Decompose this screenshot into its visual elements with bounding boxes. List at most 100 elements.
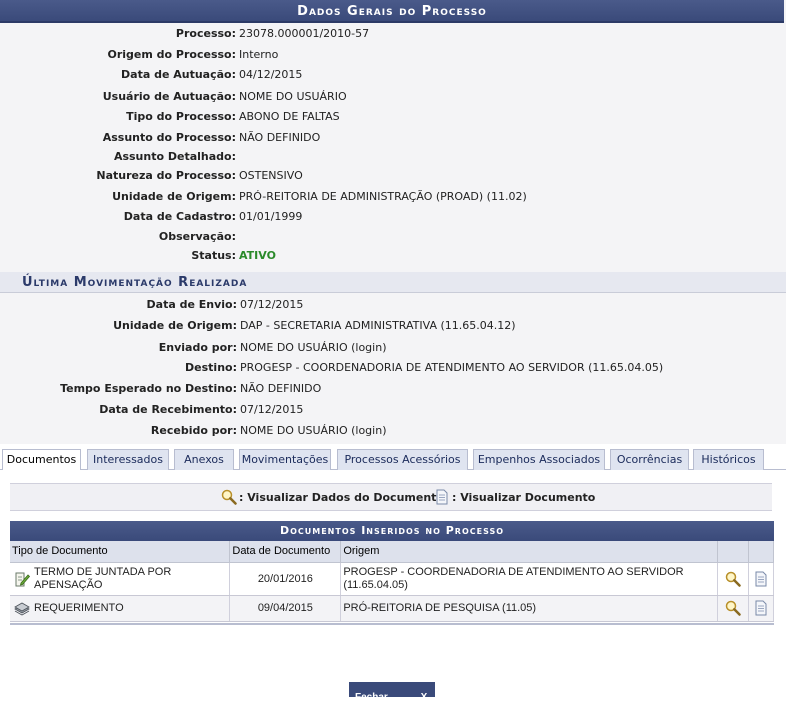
tab-empenhos-associados[interactable]: Empenhos Associados	[473, 449, 605, 470]
tab-anexos[interactable]: Anexos	[174, 449, 234, 470]
field-label: Origem do Processo:	[107, 48, 236, 61]
cell-origem: PRÓ-REITORIA DE PESQUISA (11.05)	[340, 595, 718, 622]
cell-action-view-data	[717, 595, 749, 622]
cell-data: 20/01/2016	[229, 562, 342, 596]
column-header-action	[748, 541, 775, 563]
legend-view-document-label: : Visualizar Documento	[452, 491, 596, 504]
field-label: Processo:	[175, 27, 236, 40]
document-icon[interactable]	[753, 571, 769, 587]
field-data-envio: Data de Envio: 07/12/2015	[0, 295, 786, 315]
document-type: REQUERIMENTO	[34, 601, 124, 614]
legend: : Visualizar Dados do Documento : Visual…	[10, 483, 772, 511]
field-label: Data de Cadastro:	[123, 210, 236, 223]
field-value: NOME DO USUÁRIO (login)	[240, 341, 387, 354]
process-details-panel: Dados Gerais do Processo Processo: 23078.…	[0, 0, 786, 444]
field-label: Unidade de Origem:	[113, 319, 237, 332]
field-value: 01/01/1999	[239, 210, 303, 223]
tab-interessados[interactable]: Interessados	[87, 449, 169, 470]
status-badge: ATIVO	[239, 249, 276, 262]
field-value: NÃO DEFINIDO	[239, 131, 321, 144]
field-assunto-detalhado: Assunto Detalhado:	[0, 147, 786, 167]
field-unidade-origem: Unidade de Origem: PRÓ-REITORIA DE ADMINI…	[0, 187, 786, 207]
legend-view-document: : Visualizar Documento	[434, 484, 596, 512]
field-enviado-por: Enviado por: NOME DO USUÁRIO (login)	[0, 338, 786, 358]
cell-tipo: REQUERIMENTO	[10, 595, 231, 622]
field-value: ABONO DE FALTAS	[239, 110, 340, 123]
close-icon: X	[420, 691, 428, 703]
table-row: TERMO DE JUNTADA POR APENSAÇÃO 20/01/201…	[10, 562, 775, 596]
magnifier-icon	[221, 489, 237, 505]
field-label: Usuário de Autuação:	[102, 90, 236, 103]
tab-ocorrencias[interactable]: Ocorrências	[610, 449, 689, 470]
cell-action-view-document	[748, 562, 775, 596]
field-data-cadastro: Data de Cadastro: 01/01/1999	[0, 207, 786, 227]
field-data-recebimento: Data de Recebimento: 07/12/2015	[0, 400, 786, 420]
field-label: Tipo do Processo:	[126, 110, 236, 123]
tab-documentos[interactable]: Documentos	[2, 449, 81, 471]
table-bottom-border	[10, 623, 774, 625]
field-value: NOME DO USUÁRIO (login)	[240, 424, 387, 437]
document-icon[interactable]	[753, 600, 769, 616]
field-label: Data de Recebimento:	[99, 403, 237, 416]
table-row: REQUERIMENTO 09/04/2015 PRÓ-REITORIA DE …	[10, 595, 775, 622]
close-button-label: Fechar	[355, 691, 388, 703]
column-header: Data de Documento	[229, 541, 342, 563]
legend-view-data-label: : Visualizar Dados do Documento	[239, 491, 444, 504]
cell-action-view-data	[717, 562, 749, 596]
field-usuario-autuacao: Usuário de Autuação: NOME DO USUÁRIO	[0, 87, 786, 107]
table-header-row: Tipo de Documento Data de Documento Orig…	[10, 541, 775, 563]
field-value: Interno	[239, 48, 279, 61]
field-assunto-processo: Assunto do Processo: NÃO DEFINIDO	[0, 128, 786, 148]
tab-movimentacoes[interactable]: Movimentações	[239, 449, 331, 470]
field-observacao: Observação:	[0, 227, 786, 247]
field-value: 07/12/2015	[240, 403, 304, 416]
documents-table-title: Documentos Inseridos no Processo	[10, 521, 774, 541]
tab-bar: Documentos Interessados Anexos Movimenta…	[0, 446, 786, 471]
field-value: 04/12/2015	[239, 68, 303, 81]
field-tempo-esperado: Tempo Esperado no Destino: NÃO DEFINIDO	[0, 379, 786, 399]
field-value: PROGESP - COORDENADORIA DE ATENDIMENTO A…	[240, 361, 664, 374]
field-value: OSTENSIVO	[239, 169, 303, 182]
legend-view-data: : Visualizar Dados do Documento	[221, 484, 444, 512]
field-label: Tempo Esperado no Destino:	[60, 382, 237, 395]
magnifier-icon[interactable]	[725, 571, 741, 587]
field-destino: Destino: PROGESP - COORDENADORIA DE ATEND…	[0, 358, 786, 378]
field-value: PRÓ-REITORIA DE ADMINISTRAÇÃO (PROAD) (1…	[239, 190, 527, 203]
field-label: Data de Envio:	[146, 298, 237, 311]
cell-tipo: TERMO DE JUNTADA POR APENSAÇÃO	[10, 562, 231, 596]
documents-table: Tipo de Documento Data de Documento Orig…	[10, 541, 775, 622]
field-label: Recebido por:	[150, 424, 237, 437]
field-label: Natureza do Processo:	[96, 169, 236, 182]
edit-document-icon	[15, 572, 30, 586]
field-label: Enviado por:	[158, 341, 237, 354]
field-natureza-processo: Natureza do Processo: OSTENSIVO	[0, 166, 786, 186]
field-value: 07/12/2015	[240, 298, 304, 311]
field-value: DAP - SECRETARIA ADMINISTRATIVA (11.65.0…	[240, 319, 516, 332]
magnifier-icon[interactable]	[725, 600, 741, 616]
cell-origem: PROGESP - COORDENADORIA DE ATENDIMENTO A…	[340, 562, 718, 596]
document-icon	[436, 489, 448, 505]
cell-action-view-document	[748, 595, 775, 622]
column-header-action	[717, 541, 749, 563]
field-data-autuacao: Data de Autuação: 04/12/2015	[0, 65, 786, 85]
column-header: Tipo de Documento	[10, 541, 231, 563]
document-type: TERMO DE JUNTADA POR APENSAÇÃO	[34, 565, 172, 591]
field-recebido-por: Recebido por: NOME DO USUÁRIO (login)	[0, 421, 786, 441]
field-value: NÃO DEFINIDO	[240, 382, 322, 395]
tab-processos-acessorios[interactable]: Processos Acessórios	[337, 449, 468, 470]
document-origin: PROGESP - COORDENADORIA DE ATENDIMENTO A…	[343, 565, 684, 591]
field-label: Unidade de Origem:	[112, 190, 236, 203]
section-title-last-movement: Última Movimentação Realizada	[0, 272, 786, 293]
field-label: Observação:	[158, 230, 236, 243]
cell-data: 09/04/2015	[229, 595, 342, 622]
document-stack-icon	[14, 602, 30, 616]
field-origem-processo: Origem do Processo: Interno	[0, 45, 786, 65]
field-processo: Processo: 23078.000001/2010-57	[0, 24, 786, 44]
close-button[interactable]: Fechar X	[349, 682, 435, 703]
field-label: Assunto Detalhado:	[113, 150, 236, 163]
field-tipo-processo: Tipo do Processo: ABONO DE FALTAS	[0, 107, 786, 127]
column-header: Origem	[340, 541, 718, 563]
field-status: Status: ATIVO	[0, 246, 786, 266]
tab-historicos[interactable]: Históricos	[693, 449, 764, 470]
field-value: 23078.000001/2010-57	[239, 27, 370, 40]
